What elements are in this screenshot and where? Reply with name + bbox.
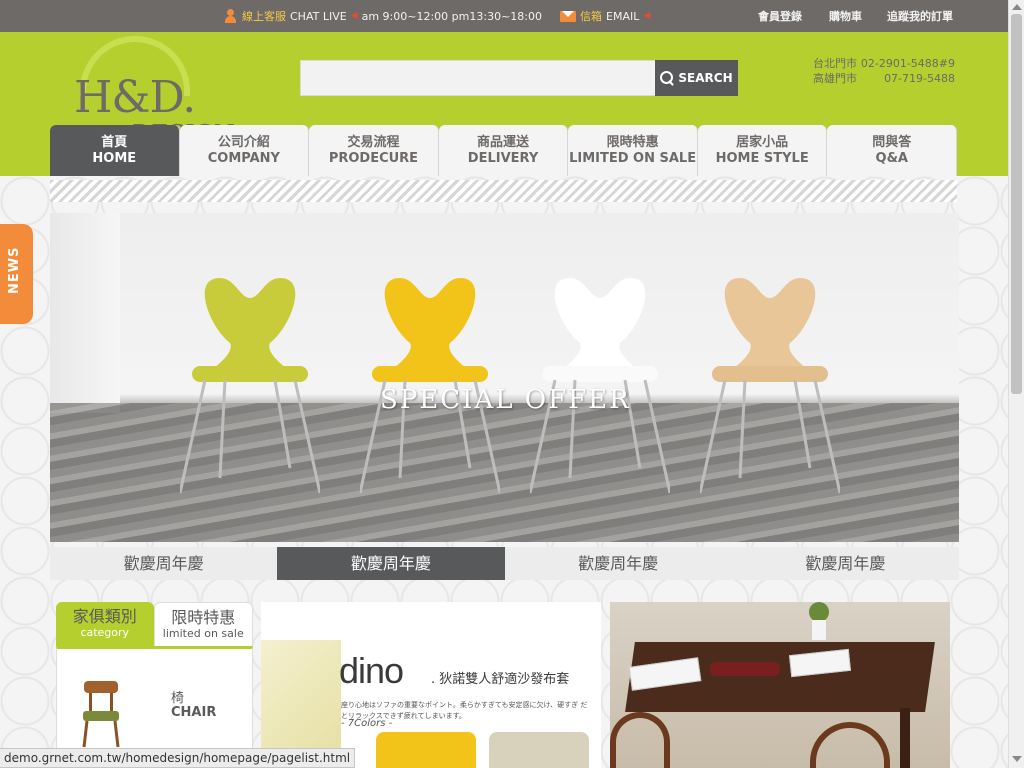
mail-label: 信箱	[580, 10, 602, 23]
nav-label-zh: 首頁	[101, 135, 128, 150]
nav-label-zh: 公司介紹	[217, 135, 270, 150]
service-label: 線上客服	[242, 10, 286, 23]
scroll-thumb[interactable]	[1011, 14, 1022, 394]
chair-thumbnail[interactable]	[81, 679, 121, 749]
nav-label-en: PRODECURE	[328, 151, 419, 166]
banner-tab-3[interactable]: 歡慶周年慶	[505, 547, 732, 580]
nav-label-zh: 商品運送	[477, 135, 530, 150]
store-row-taipei: 台北門市 02-2901-5488#9	[813, 56, 955, 71]
nav-label-zh: 居家小品	[736, 135, 789, 150]
member-login-label[interactable]: 會員登錄	[758, 8, 802, 24]
banner-wall	[50, 213, 120, 413]
nav-home[interactable]: 首頁 HOME	[50, 125, 180, 176]
nav-qa[interactable]: 問與答 Q&A	[827, 125, 958, 176]
banner-tab-4[interactable]: 歡慶周年慶	[732, 547, 959, 580]
search-button[interactable]: SEARCH	[655, 60, 738, 96]
hero-banner[interactable]: SPECIAL OFFER	[50, 213, 959, 542]
nav-limited-sale[interactable]: 限時特惠 LIMITED ON SALE	[568, 125, 698, 176]
nav-label-en: Q&A	[875, 151, 908, 166]
member-login-link[interactable]: 會員登錄	[758, 8, 802, 24]
chair-image-4	[700, 278, 840, 494]
nav-home-style[interactable]: 居家小品 HOME STYLE	[697, 125, 828, 176]
nav-label-en: COMPANY	[207, 151, 280, 166]
store-row-kaohsiung: 高雄門市 07-719-5488	[813, 71, 955, 86]
track-order-label[interactable]: 追蹤我的訂單	[887, 8, 953, 24]
nav-label-zh: 問與答	[872, 135, 912, 150]
dino-title: . 狄諾雙人舒適沙發布套	[431, 672, 570, 687]
banner-tab-1[interactable]: 歡慶周年慶	[50, 547, 277, 580]
store-phone: 02-2901-5488#9	[860, 57, 955, 70]
email-link[interactable]: 信箱 EMAIL ◀	[560, 8, 650, 24]
scroll-up-icon[interactable]	[1012, 4, 1022, 10]
beige-sofa-image	[489, 732, 589, 768]
mail-en-label: EMAIL	[606, 9, 640, 23]
store-contacts: 台北門市 02-2901-5488#9 高雄門市 07-719-5488	[813, 56, 955, 86]
store-city: 高雄門市	[813, 72, 857, 85]
chair-image-2	[360, 278, 500, 494]
caret-left-icon: ◀	[350, 11, 358, 21]
bowl-image	[710, 662, 780, 676]
person-icon	[224, 9, 238, 23]
browser-status-bar: demo.grnet.com.tw/homedesign/homepage/pa…	[0, 748, 356, 768]
main-nav: 首頁 HOME 公司介紹 COMPANY 交易流程 PRODECURE 商品運送…	[50, 125, 958, 176]
nav-delivery[interactable]: 商品運送 DELIVERY	[438, 125, 569, 176]
tab-limited-sale[interactable]: 限時特惠 limited on sale	[153, 602, 253, 646]
nav-procedure[interactable]: 交易流程 PRODECURE	[309, 125, 439, 176]
service-hours: am 9:00~12:00 pm13:30~18:00	[361, 9, 542, 23]
tab-category[interactable]: 家俱類別 category	[56, 602, 154, 646]
category-tabs: 家俱類別 category 限時特惠 limited on sale	[56, 602, 253, 646]
tab-label-zh: 家俱類別	[72, 607, 137, 626]
chair-image	[810, 722, 890, 768]
plant-image	[809, 602, 829, 640]
tab-label-en: limited on sale	[162, 627, 244, 640]
chair-image-3	[530, 278, 670, 494]
store-city: 台北門市	[813, 57, 857, 70]
mail-icon	[560, 10, 576, 22]
banner-tabs: 歡慶周年慶 歡慶周年慶 歡慶周年慶 歡慶周年慶	[50, 547, 959, 580]
tab-label-en: category	[80, 626, 130, 639]
cart-label[interactable]: 購物車	[829, 8, 862, 24]
scroll-down-icon[interactable]	[1012, 756, 1022, 762]
dino-colors: - 7Colors -	[341, 718, 393, 729]
category-item-label-zh[interactable]: 椅	[171, 687, 184, 706]
caret-left-icon: ◀	[643, 11, 651, 21]
search-icon	[660, 71, 674, 85]
category-item-label-en[interactable]: CHAIR	[171, 705, 216, 720]
news-tab-label: NEWS	[7, 246, 22, 294]
nav-label-en: HOME STYLE	[715, 151, 809, 166]
store-phone: 07-719-5488	[884, 72, 955, 85]
banner-caption: SPECIAL OFFER	[380, 385, 631, 415]
nav-label-en: HOME	[92, 151, 137, 166]
promo-dining-table[interactable]	[610, 602, 950, 768]
chair-image	[610, 712, 670, 768]
chat-service[interactable]: 線上客服 CHAT LIVE ◀ am 9:00~12:00 pm13:30~1…	[224, 8, 542, 24]
search-button-label: SEARCH	[678, 71, 733, 85]
chair-image-1	[180, 278, 320, 494]
dino-brand: dino	[339, 650, 404, 691]
cart-link[interactable]: 購物車	[829, 8, 862, 24]
tab-label-zh: 限時特惠	[171, 608, 236, 627]
chat-live-label: CHAT LIVE	[290, 9, 347, 23]
logo-main[interactable]: H&D.	[74, 72, 196, 123]
yellow-sofa-image	[376, 732, 476, 768]
promo-dino-sofa[interactable]: dino . 狄諾雙人舒適沙發布套 座り心地はソファの重要なポイント。柔らかすぎ…	[261, 602, 601, 768]
nav-label-en: DELIVERY	[467, 151, 539, 166]
top-bar: 線上客服 CHAT LIVE ◀ am 9:00~12:00 pm13:30~1…	[0, 0, 1008, 32]
page-scrollbar[interactable]	[1008, 0, 1024, 768]
nav-company[interactable]: 公司介紹 COMPANY	[179, 125, 310, 176]
nav-label-en: LIMITED ON SALE	[569, 151, 697, 166]
track-order-link[interactable]: 追蹤我的訂單	[887, 8, 953, 24]
category-box: 家俱類別 category 限時特惠 limited on sale 椅 CHA…	[56, 602, 253, 768]
search-input[interactable]	[300, 60, 656, 96]
news-tab[interactable]: NEWS	[0, 224, 33, 324]
nav-label-zh: 限時特惠	[606, 135, 659, 150]
diagonal-stripe-divider	[50, 180, 957, 202]
table-leg	[900, 708, 910, 768]
banner-tab-2[interactable]: 歡慶周年慶	[277, 547, 505, 580]
nav-label-zh: 交易流程	[347, 135, 400, 150]
